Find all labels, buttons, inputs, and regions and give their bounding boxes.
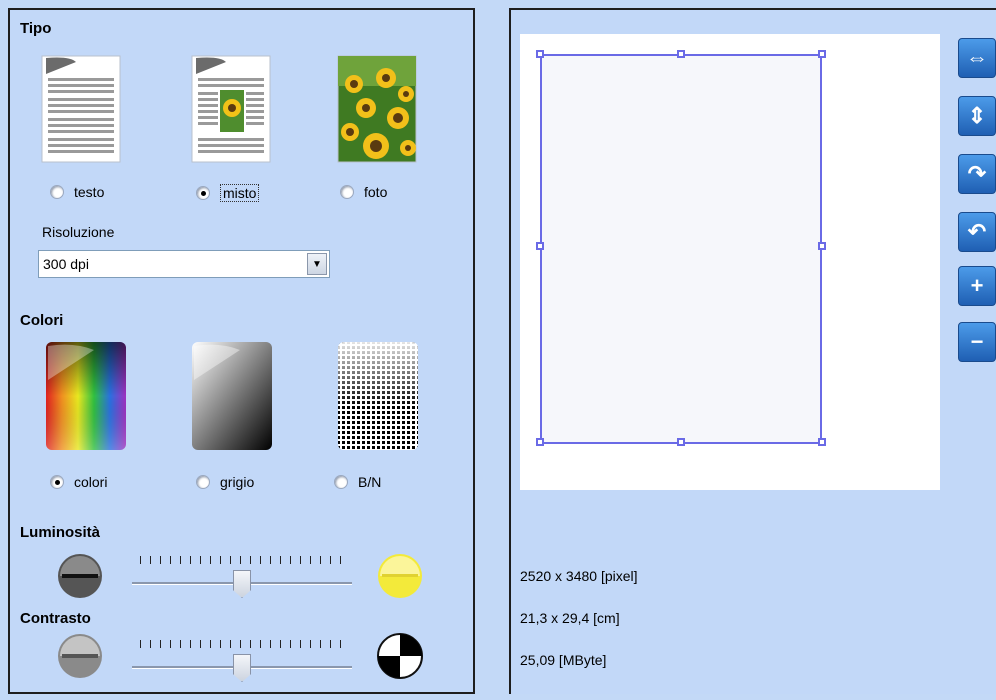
contrast-slider[interactable] <box>132 640 352 684</box>
radio-label: grigio <box>220 474 255 490</box>
radio-grigio[interactable]: grigio <box>196 474 254 490</box>
brightness-slider[interactable] <box>132 556 352 600</box>
crop-selection[interactable] <box>540 54 822 444</box>
radio-dot[interactable] <box>196 186 210 200</box>
radio-label: B/N <box>358 474 382 490</box>
slider-thumb[interactable] <box>233 654 251 682</box>
mixed-document-icon[interactable] <box>190 54 274 166</box>
brightness-low-icon <box>58 554 102 598</box>
slider-thumb[interactable] <box>233 570 251 598</box>
rotate-right-icon[interactable]: ↷ <box>958 154 996 194</box>
file-size: 25,09 [MByte] <box>520 652 607 668</box>
fit-height-icon[interactable]: ⇕ <box>958 96 996 136</box>
crop-handle-bottom-left[interactable] <box>536 438 544 446</box>
crop-handle-top[interactable] <box>677 50 685 58</box>
crop-handle-top-left[interactable] <box>536 50 544 58</box>
chevron-down-icon[interactable]: ▼ <box>307 253 327 275</box>
cm-dimensions: 21,3 x 29,4 [cm] <box>520 610 620 626</box>
pixel-dimensions: 2520 x 3480 [pixel] <box>520 568 638 584</box>
radio-dot[interactable] <box>340 185 354 199</box>
crop-handle-left[interactable] <box>536 242 544 250</box>
radio-dot[interactable] <box>196 475 210 489</box>
radio-testo[interactable]: testo <box>50 184 104 200</box>
radio-dot[interactable] <box>334 475 348 489</box>
photo-icon[interactable] <box>336 54 420 166</box>
radio-foto[interactable]: foto <box>340 184 387 200</box>
crop-handle-top-right[interactable] <box>818 50 826 58</box>
luminosita-heading: Luminosità <box>20 524 101 541</box>
radio-label: testo <box>74 184 105 200</box>
brightness-high-icon <box>378 554 422 598</box>
text-document-icon[interactable] <box>40 54 124 166</box>
radio-dot[interactable] <box>50 185 64 199</box>
contrast-high-icon <box>377 633 423 679</box>
contrasto-heading: Contrasto <box>20 610 91 627</box>
radio-label: colori <box>74 474 108 490</box>
slider-ticks <box>140 556 346 564</box>
radio-colori[interactable]: colori <box>50 474 107 490</box>
fit-width-icon[interactable]: ⇔ <box>958 38 996 78</box>
color-spectrum-icon[interactable] <box>44 340 128 452</box>
slider-ticks <box>140 640 346 648</box>
radio-label: foto <box>364 184 388 200</box>
zoom-in-icon[interactable]: + <box>958 266 996 306</box>
radio-misto[interactable]: misto <box>196 184 260 202</box>
colori-heading: Colori <box>20 312 64 329</box>
black-white-icon[interactable] <box>336 340 420 452</box>
radio-bn[interactable]: B/N <box>334 474 381 490</box>
zoom-out-icon[interactable]: − <box>958 322 996 362</box>
crop-handle-right[interactable] <box>818 242 826 250</box>
rotate-left-icon[interactable]: ↶ <box>958 212 996 252</box>
resolution-value: 300 dpi <box>43 256 89 272</box>
radio-dot[interactable] <box>50 475 64 489</box>
crop-handle-bottom-right[interactable] <box>818 438 826 446</box>
resolution-select[interactable]: 300 dpi ▼ <box>38 250 330 278</box>
risoluzione-label: Risoluzione <box>42 224 115 240</box>
grayscale-icon[interactable] <box>190 340 274 452</box>
crop-handle-bottom[interactable] <box>677 438 685 446</box>
radio-label: misto <box>220 184 260 202</box>
tipo-heading: Tipo <box>20 20 52 37</box>
contrast-low-icon <box>58 634 102 678</box>
